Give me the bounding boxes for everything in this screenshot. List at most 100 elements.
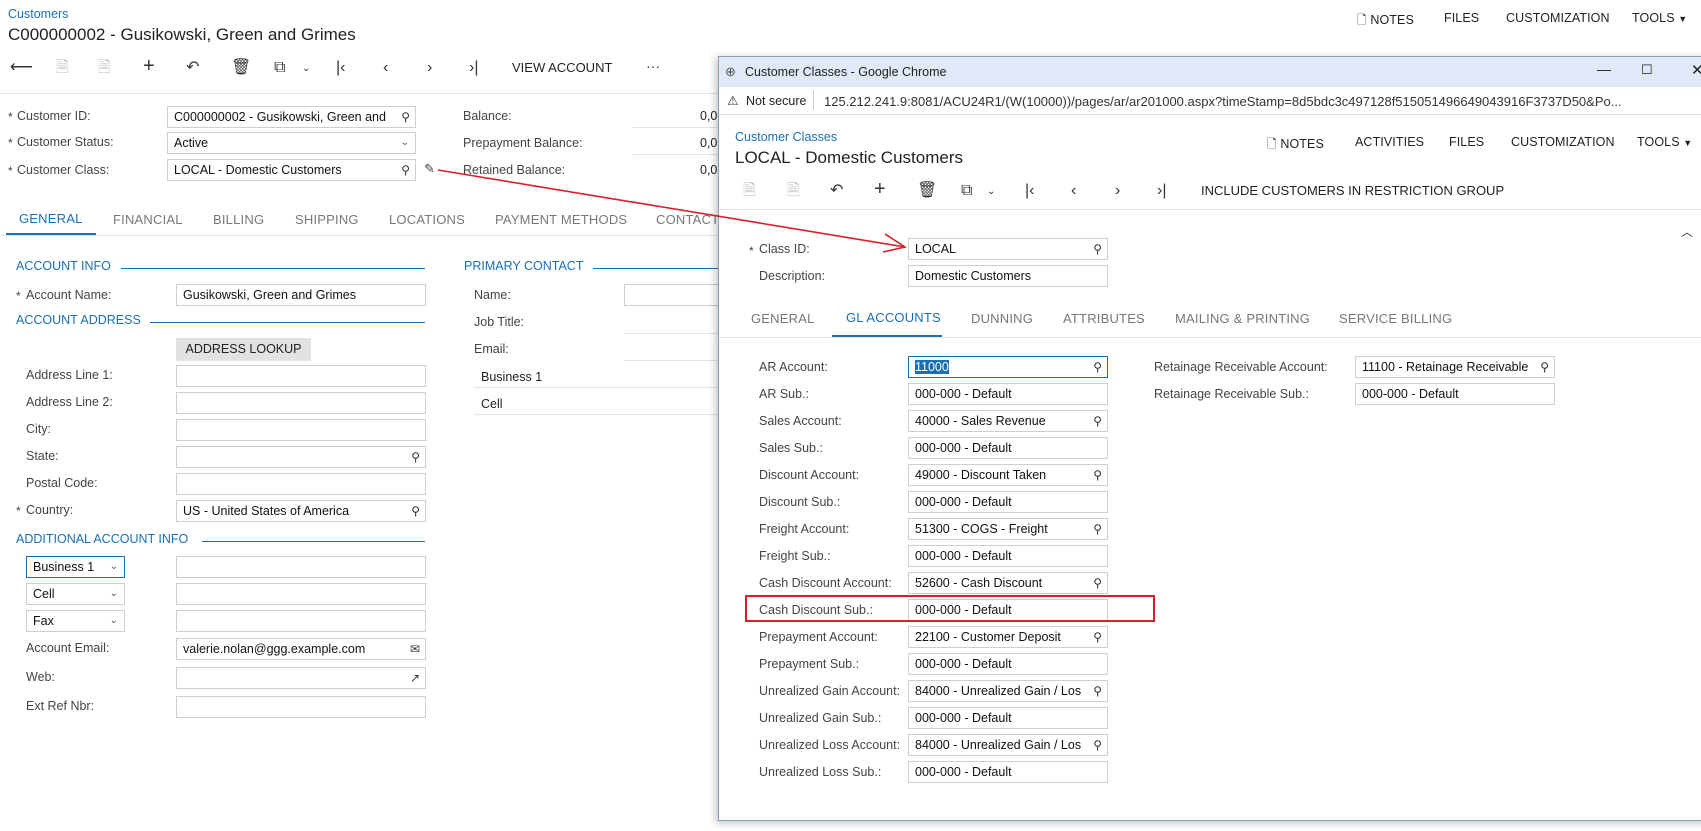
- postal-code-field[interactable]: [176, 473, 426, 495]
- contact-name-field[interactable]: [624, 284, 720, 306]
- tab-mailing-printing[interactable]: MAILING & PRINTING: [1175, 311, 1310, 326]
- more-icon[interactable]: ···: [646, 58, 660, 74]
- next-record-icon[interactable]: ›: [1115, 183, 1120, 199]
- view-account-button[interactable]: VIEW ACCOUNT: [512, 60, 612, 75]
- delete-icon[interactable]: 🗑: [917, 183, 937, 199]
- gl-field-input[interactable]: 11000 ⚲: [908, 356, 1108, 378]
- gl-field-input[interactable]: 000-000 - Default: [908, 437, 1108, 459]
- customer-status-select[interactable]: Active ⌄: [167, 132, 416, 154]
- popup-notes-link[interactable]: 🗋 NOTES: [1267, 135, 1324, 156]
- first-record-icon[interactable]: |‹: [1025, 183, 1034, 199]
- tab-general[interactable]: GENERAL: [751, 311, 815, 326]
- files-link[interactable]: FILES: [1444, 11, 1479, 25]
- last-record-icon[interactable]: ›|: [469, 60, 478, 76]
- account-name-field[interactable]: Gusikowski, Green and Grimes: [176, 284, 426, 306]
- gl-field-input[interactable]: 000-000 - Default: [908, 545, 1108, 567]
- search-icon[interactable]: ⚲: [1093, 357, 1102, 377]
- search-icon[interactable]: ⚲: [1093, 519, 1102, 539]
- notes-link[interactable]: 🗋 NOTES: [1357, 11, 1414, 32]
- retainage-sub-field[interactable]: 000-000 - Default: [1355, 383, 1555, 405]
- search-icon[interactable]: ⚲: [1093, 735, 1102, 755]
- search-icon[interactable]: ⚲: [1540, 357, 1549, 377]
- class-id-field[interactable]: LOCAL ⚲: [908, 238, 1108, 260]
- popup-activities-link[interactable]: ACTIVITIES: [1355, 135, 1424, 149]
- search-icon[interactable]: ⚲: [1093, 573, 1102, 593]
- address-lookup-button[interactable]: ADDRESS LOOKUP: [176, 338, 311, 361]
- delete-icon[interactable]: 🗑: [231, 60, 251, 76]
- state-field[interactable]: ⚲: [176, 446, 426, 468]
- search-icon[interactable]: ⚲: [1093, 681, 1102, 701]
- gl-field-input[interactable]: 22100 - Customer Deposit ⚲: [908, 626, 1108, 648]
- popup-files-link[interactable]: FILES: [1449, 135, 1484, 149]
- copy-icon[interactable]: ⧉: [961, 183, 972, 199]
- mail-icon[interactable]: ✉: [410, 639, 420, 659]
- tab-contact[interactable]: CONTACT: [656, 212, 719, 227]
- minimize-icon[interactable]: —: [1597, 61, 1611, 77]
- last-record-icon[interactable]: ›|: [1157, 183, 1166, 199]
- phone3-type-select[interactable]: Fax ⌄: [26, 610, 125, 632]
- chevron-down-icon[interactable]: ⌄: [987, 184, 995, 200]
- gl-field-input[interactable]: 40000 - Sales Revenue ⚲: [908, 410, 1108, 432]
- save-close-icon[interactable]: 🗎: [56, 60, 69, 76]
- search-icon[interactable]: ⚲: [401, 160, 410, 180]
- popup-customization-link[interactable]: CUSTOMIZATION: [1511, 135, 1615, 149]
- prev-record-icon[interactable]: ‹: [1071, 183, 1076, 199]
- tab-dunning[interactable]: DUNNING: [971, 311, 1033, 326]
- gl-field-input[interactable]: 49000 - Discount Taken ⚲: [908, 464, 1108, 486]
- city-field[interactable]: [176, 419, 426, 441]
- collapse-chevron-icon[interactable]: ︿: [1681, 223, 1693, 240]
- ext-ref-field[interactable]: [176, 696, 426, 718]
- description-field[interactable]: Domestic Customers: [908, 265, 1108, 287]
- prev-record-icon[interactable]: ‹: [383, 60, 388, 76]
- external-link-icon[interactable]: ↗: [410, 668, 420, 688]
- undo-icon[interactable]: ↶: [186, 60, 199, 76]
- not-secure-label[interactable]: Not secure: [746, 94, 806, 108]
- save-icon[interactable]: 🗎: [98, 60, 111, 76]
- tab-locations[interactable]: LOCATIONS: [389, 212, 465, 227]
- popup-tools-menu[interactable]: TOOLS ▼: [1637, 135, 1692, 149]
- edit-pencil-icon[interactable]: ✎: [424, 161, 435, 177]
- phone1-field[interactable]: [176, 556, 426, 578]
- save-close-icon[interactable]: 🗎: [743, 183, 756, 199]
- address-bar[interactable]: ⚠ Not secure 125.212.241.9:8081/ACU24R1/…: [719, 87, 1701, 115]
- phone1-type-select[interactable]: Business 1 ⌄: [26, 556, 125, 578]
- search-icon[interactable]: ⚲: [1093, 627, 1102, 647]
- search-icon[interactable]: ⚲: [401, 107, 410, 127]
- first-record-icon[interactable]: |‹: [336, 60, 345, 76]
- save-icon[interactable]: 🗎: [787, 183, 800, 199]
- gl-field-input[interactable]: 52600 - Cash Discount ⚲: [908, 572, 1108, 594]
- gl-field-input[interactable]: 000-000 - Default: [908, 653, 1108, 675]
- search-icon[interactable]: ⚲: [1093, 411, 1102, 431]
- gl-field-input[interactable]: 84000 - Unrealized Gain / Los ⚲: [908, 734, 1108, 756]
- gl-field-input[interactable]: 000-000 - Default: [908, 707, 1108, 729]
- gl-field-input[interactable]: 000-000 - Default: [908, 383, 1108, 405]
- search-icon[interactable]: ⚲: [411, 447, 420, 467]
- add-icon[interactable]: +: [143, 56, 155, 76]
- include-customers-button[interactable]: INCLUDE CUSTOMERS IN RESTRICTION GROUP: [1201, 183, 1504, 198]
- undo-icon[interactable]: ↶: [830, 183, 843, 199]
- phone3-field[interactable]: [176, 610, 426, 632]
- phone2-type-select[interactable]: Cell ⌄: [26, 583, 125, 605]
- tab-attributes[interactable]: ATTRIBUTES: [1063, 311, 1145, 326]
- retainage-account-field[interactable]: 11100 - Retainage Receivable ⚲: [1355, 356, 1555, 378]
- phone2-field[interactable]: [176, 583, 426, 605]
- web-field[interactable]: ↗: [176, 667, 426, 689]
- tab-billing[interactable]: BILLING: [213, 212, 264, 227]
- back-icon[interactable]: ⟵: [10, 60, 33, 76]
- customer-class-field[interactable]: LOCAL - Domestic Customers ⚲: [167, 159, 416, 181]
- account-email-field[interactable]: valerie.nolan@ggg.example.com ✉: [176, 638, 426, 660]
- gl-field-input[interactable]: 84000 - Unrealized Gain / Los ⚲: [908, 680, 1108, 702]
- add-icon[interactable]: +: [874, 179, 886, 199]
- close-icon[interactable]: ✕: [1691, 61, 1701, 79]
- popup-breadcrumb[interactable]: Customer Classes: [735, 130, 837, 144]
- tab-shipping[interactable]: SHIPPING: [295, 212, 359, 227]
- url-text[interactable]: 125.212.241.9:8081/ACU24R1/(W(10000))/pa…: [824, 94, 1622, 109]
- search-icon[interactable]: ⚲: [1093, 239, 1102, 259]
- search-icon[interactable]: ⚲: [411, 501, 420, 521]
- gl-field-input[interactable]: 000-000 - Default: [908, 761, 1108, 783]
- copy-icon[interactable]: ⧉: [274, 60, 285, 76]
- customer-id-field[interactable]: C000000002 - Gusikowski, Green and ⚲: [167, 106, 416, 128]
- chevron-down-icon[interactable]: ⌄: [302, 61, 310, 77]
- tab-general[interactable]: GENERAL: [19, 211, 83, 226]
- address-line2-field[interactable]: [176, 392, 426, 414]
